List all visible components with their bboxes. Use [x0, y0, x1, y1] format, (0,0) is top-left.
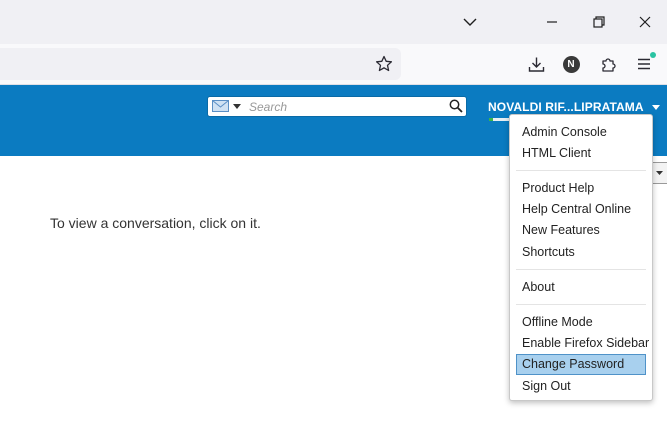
update-dot-icon — [650, 52, 656, 58]
close-icon — [639, 16, 651, 28]
menu-item-sign-out[interactable]: Sign Out — [516, 376, 646, 397]
search-button[interactable] — [449, 99, 463, 118]
browser-toolbar: N — [0, 44, 667, 85]
close-window-button[interactable] — [630, 8, 660, 36]
restore-icon — [593, 16, 605, 28]
menu-item-about[interactable]: About — [516, 277, 646, 298]
caret-down-icon — [233, 103, 241, 109]
menu-item-html-client[interactable]: HTML Client — [516, 143, 646, 164]
user-name: NOVALDI RIF...LIPRATAMA — [488, 100, 644, 114]
restore-button[interactable] — [584, 8, 614, 36]
caret-down-icon — [651, 104, 660, 110]
star-icon — [375, 55, 393, 72]
menu-separator — [516, 269, 646, 270]
search-type-selector[interactable] — [212, 100, 241, 112]
bookmark-button[interactable] — [370, 50, 398, 78]
hamburger-icon — [638, 58, 650, 70]
menu-item-change-password[interactable]: Change Password — [516, 354, 646, 375]
empty-reading-pane-message: To view a conversation, click on it. — [50, 215, 261, 231]
user-dropdown-menu: Admin Console HTML Client Product Help H… — [509, 114, 653, 401]
extension-badge: N — [562, 55, 580, 73]
chevron-down-icon — [463, 18, 477, 26]
menu-separator — [516, 304, 646, 305]
puzzle-icon — [601, 57, 616, 72]
menu-item-product-help[interactable]: Product Help — [516, 178, 646, 199]
app-menu-button[interactable] — [630, 50, 658, 78]
menu-item-offline-mode[interactable]: Offline Mode — [516, 312, 646, 333]
list-all-tabs-button[interactable] — [455, 8, 485, 36]
menu-item-enable-firefox-sidebar[interactable]: Enable Firefox Sidebar — [516, 333, 649, 354]
minimize-icon — [547, 21, 557, 23]
search-box — [207, 96, 467, 117]
menu-item-shortcuts[interactable]: Shortcuts — [516, 242, 646, 263]
mail-icon — [212, 100, 229, 112]
extensions-button[interactable] — [594, 50, 622, 78]
menu-item-admin-console[interactable]: Admin Console — [516, 122, 646, 143]
user-menu-button[interactable]: NOVALDI RIF...LIPRATAMA — [488, 99, 660, 115]
caret-down-icon — [655, 171, 663, 175]
presence-status — [489, 118, 493, 121]
search-icon — [449, 99, 463, 113]
extension-n-button[interactable]: N — [557, 50, 585, 78]
address-bar[interactable] — [0, 48, 401, 80]
menu-item-new-features[interactable]: New Features — [516, 220, 646, 241]
download-icon — [528, 57, 544, 72]
downloads-button[interactable] — [522, 50, 550, 78]
browser-titlebar — [0, 0, 667, 44]
menu-separator — [516, 170, 646, 171]
minimize-button[interactable] — [537, 8, 567, 36]
menu-item-help-central-online[interactable]: Help Central Online — [516, 199, 646, 220]
search-input[interactable] — [249, 99, 444, 115]
